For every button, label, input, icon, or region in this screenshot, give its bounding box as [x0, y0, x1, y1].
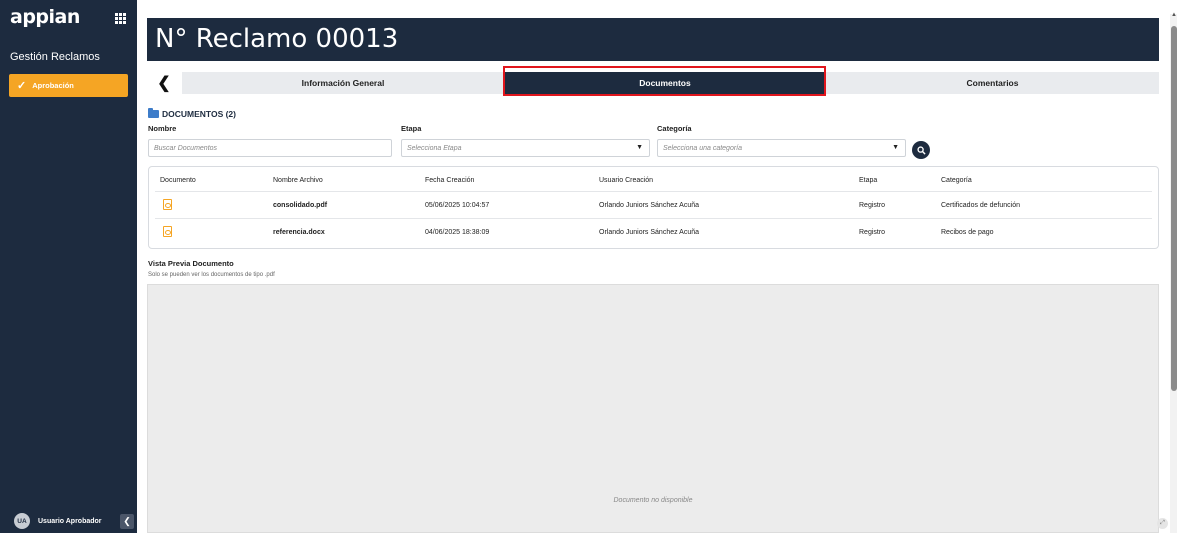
file-name-link[interactable]: consolidado.pdf — [273, 202, 327, 209]
documents-heading: DOCUMENTOS (2) — [162, 109, 236, 119]
category-value: Recibos de pago — [941, 229, 994, 236]
chevron-down-icon: ▼ — [892, 144, 899, 151]
sidebar-item-aprobacion[interactable]: ✓ Aprobación — [9, 74, 128, 97]
scroll-up-arrow-icon[interactable]: ▲ — [1171, 12, 1177, 18]
search-documents-input[interactable]: Buscar Documentos — [148, 139, 392, 157]
chevron-down-icon: ▼ — [636, 144, 643, 151]
preview-subtitle: Solo se pueden ver los documentos de tip… — [148, 272, 275, 278]
sidebar: appian Gestión Reclamos ✓ Aprobación UA … — [0, 0, 137, 533]
sidebar-item-label: Aprobación — [32, 81, 74, 90]
app-grid-icon[interactable] — [115, 13, 126, 24]
column-header[interactable]: Nombre Archivo — [273, 177, 323, 184]
column-header[interactable]: Documento — [160, 177, 196, 184]
creation-user: Orlando Juniors Sánchez Acuña — [599, 202, 700, 209]
search-button[interactable] — [912, 141, 930, 159]
divider — [155, 191, 1152, 192]
document-preview-area: Documento no disponible — [147, 284, 1159, 533]
creation-date: 04/06/2025 18:38:09 — [425, 229, 490, 236]
divider — [155, 218, 1152, 219]
appian-logo: appian — [10, 6, 80, 28]
scrollbar-thumb[interactable] — [1171, 26, 1177, 391]
category-value: Certificados de defunción — [941, 202, 1020, 209]
stage-value: Registro — [859, 202, 886, 209]
document-file-icon[interactable] — [163, 226, 172, 237]
avatar: UA — [14, 513, 30, 529]
file-name-link[interactable]: referencia.docx — [273, 229, 325, 236]
user-menu[interactable]: UA Usuario Aprobador — [14, 513, 102, 529]
page-title: N° Reclamo 00013 — [155, 24, 399, 54]
category-select[interactable]: Selecciona una categoría ▼ — [657, 139, 906, 157]
collapse-sidebar-button[interactable]: ❮ — [120, 514, 134, 529]
category-filter-label: Categoría — [657, 124, 692, 133]
highlight-box — [503, 66, 826, 96]
expand-icon[interactable]: ⤢ — [1157, 518, 1168, 529]
app-name[interactable]: Gestión Reclamos — [10, 51, 100, 63]
stage-filter-label: Etapa — [401, 124, 422, 133]
creation-date: 05/06/2025 10:04:57 — [425, 202, 490, 209]
column-header[interactable]: Usuario Creación — [599, 177, 653, 184]
pdf-file-icon[interactable] — [163, 199, 172, 210]
category-select-value: Selecciona una categoría — [663, 144, 742, 152]
user-name: Usuario Aprobador — [38, 517, 102, 525]
back-chevron-icon[interactable]: ❮ — [156, 72, 172, 94]
creation-user: Orlando Juniors Sánchez Acuña — [599, 229, 700, 236]
search-icon — [916, 145, 926, 155]
column-header[interactable]: Categoría — [941, 177, 972, 184]
stage-select-value: Selecciona Etapa — [407, 144, 462, 152]
preview-not-available: Documento no disponible — [613, 497, 693, 504]
name-filter-label: Nombre — [148, 124, 177, 133]
documents-section-title: DOCUMENTOS (2) — [148, 108, 236, 119]
tab-comentarios[interactable]: Comentarios — [826, 72, 1159, 94]
tab-informacion-general[interactable]: Información General — [182, 72, 504, 94]
stage-select[interactable]: Selecciona Etapa ▼ — [401, 139, 650, 157]
column-header[interactable]: Fecha Creación — [425, 177, 474, 184]
page-header: N° Reclamo 00013 — [147, 18, 1159, 61]
column-header[interactable]: Etapa — [859, 177, 877, 184]
preview-title: Vista Previa Documento — [148, 259, 234, 268]
check-icon: ✓ — [17, 80, 27, 92]
folder-icon — [148, 108, 159, 118]
stage-value: Registro — [859, 229, 886, 236]
